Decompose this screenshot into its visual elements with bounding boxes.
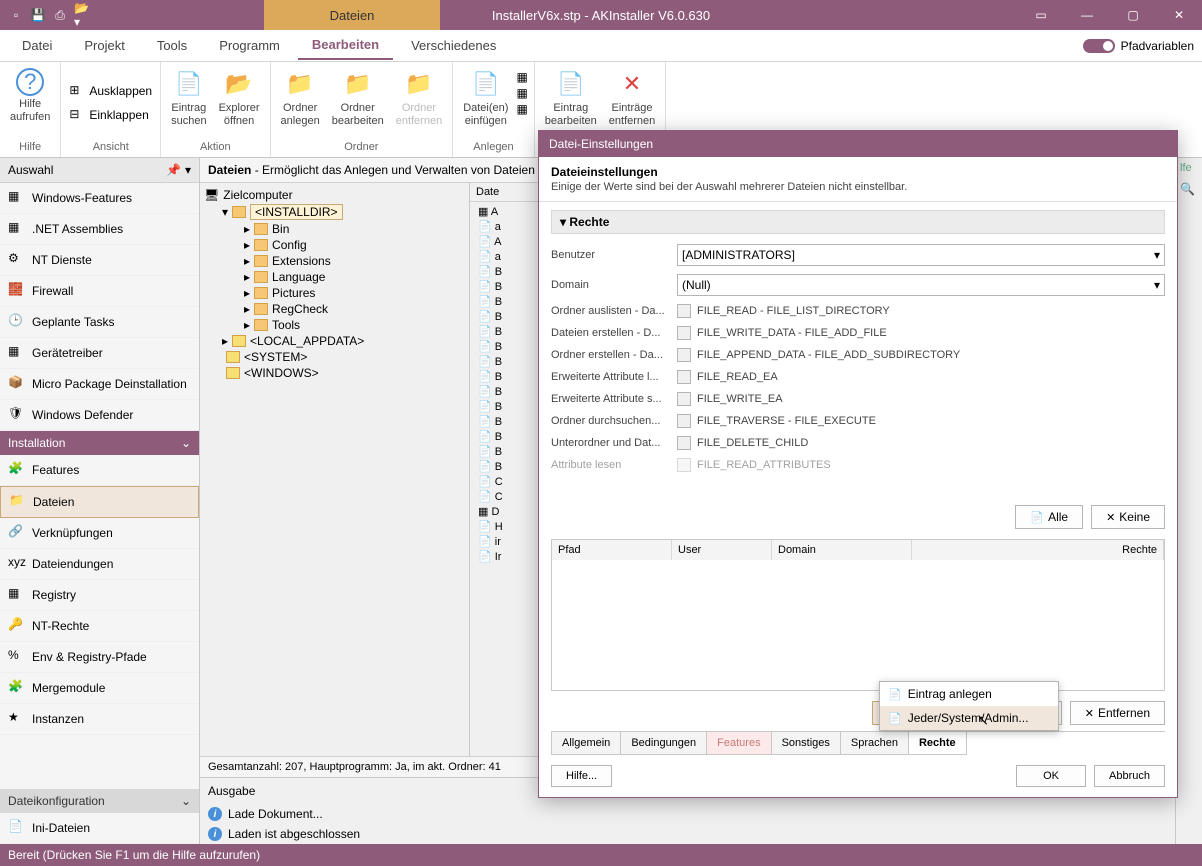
folder-tree[interactable]: 🖥Zielcomputer ▾<INSTALLDIR> ▸Bin ▸Config…: [200, 183, 470, 756]
folder-remove-button: 📁Ordnerentfernen: [392, 66, 446, 130]
menu-bearbeiten[interactable]: Bearbeiten: [298, 31, 393, 60]
nav-nt-dienste[interactable]: ⚙NT Dienste: [0, 245, 199, 276]
close-icon[interactable]: ✕: [1156, 0, 1202, 30]
section-rechte[interactable]: ▾ Rechte: [551, 210, 1165, 234]
nav-dateiendungen[interactable]: xyzDateiendungen: [0, 549, 199, 580]
menu-tools[interactable]: Tools: [143, 32, 201, 59]
search-entry-button[interactable]: 📄Eintragsuchen: [167, 66, 210, 130]
nav-env-paths[interactable]: %Env & Registry-Pfade: [0, 642, 199, 673]
tab-sonstiges[interactable]: Sonstiges: [771, 732, 841, 755]
entry-edit-button[interactable]: 📄Eintragbearbeiten: [541, 66, 601, 130]
nav-mergemodule[interactable]: 🧩Mergemodule: [0, 673, 199, 704]
domain-combo[interactable]: (Null)▾: [677, 274, 1165, 296]
menu-verschiedenes[interactable]: Verschiedenes: [397, 32, 510, 59]
small-icon-1[interactable]: ▦: [516, 70, 527, 84]
nav-windows-features[interactable]: ▦Windows-Features: [0, 183, 199, 214]
nav-verknuepfungen[interactable]: 🔗Verknüpfungen: [0, 518, 199, 549]
tab-sprachen[interactable]: Sprachen: [840, 732, 909, 755]
auswahl-header: Auswahl 📌▾: [0, 158, 199, 183]
menu-datei[interactable]: Datei: [8, 32, 66, 59]
folder-new-button[interactable]: 📁Ordneranlegen: [277, 66, 324, 130]
perm-check-7[interactable]: [677, 458, 691, 472]
entries-remove-button[interactable]: ✕Einträgeentfernen: [605, 66, 659, 130]
nav-net-assemblies[interactable]: ▦.NET Assemblies: [0, 214, 199, 245]
nav-features[interactable]: 🧩Features: [0, 455, 199, 486]
left-panel: Auswahl 📌▾ ▦Windows-Features ▦.NET Assem…: [0, 158, 200, 844]
perm-check-5[interactable]: [677, 414, 691, 428]
keine-button[interactable]: ✕ Keine: [1091, 505, 1165, 529]
titlebar: ▫ 💾 ⎙ 📂▾ Dateien InstallerV6x.stp - AKIn…: [0, 0, 1202, 30]
tab-allgemein[interactable]: Allgemein: [551, 732, 621, 755]
installation-section[interactable]: Installation⌄: [0, 431, 199, 455]
dd-eintrag-anlegen[interactable]: 📄 Eintrag anlegen: [880, 682, 1058, 706]
nav-driver[interactable]: ▦Gerätetreiber: [0, 338, 199, 369]
hilfe-button[interactable]: Hilfe...: [551, 765, 612, 787]
maximize-icon[interactable]: ▢: [1110, 0, 1156, 30]
ribbon-toggle-icon[interactable]: ▭: [1018, 0, 1064, 30]
file-tab[interactable]: Dateien: [264, 0, 440, 30]
perm-check-6[interactable]: [677, 436, 691, 450]
ok-button[interactable]: OK: [1016, 765, 1086, 787]
nav-defender[interactable]: 🛡Windows Defender: [0, 400, 199, 431]
neu-dropdown-menu: 📄 Eintrag anlegen 📄 Jeder/System/Admin..…: [879, 681, 1059, 731]
chevron-icon[interactable]: ▾: [185, 163, 191, 177]
right-strip: lfe 🔍: [1176, 158, 1202, 844]
nav-ini-dateien[interactable]: 📄Ini-Dateien: [0, 813, 199, 844]
menu-programm[interactable]: Programm: [205, 32, 294, 59]
chevron-down-icon: ⌄: [181, 436, 191, 450]
menubar: Datei Projekt Tools Programm Bearbeiten …: [0, 30, 1202, 62]
search-icon[interactable]: 🔍: [1176, 178, 1202, 200]
tab-features[interactable]: Features: [706, 732, 771, 755]
collapse-button[interactable]: ⊟Einklappen: [67, 105, 150, 125]
nav-nt-rechte[interactable]: 🔑NT-Rechte: [0, 611, 199, 642]
toggle-icon[interactable]: [1083, 39, 1115, 53]
perm-check-2[interactable]: [677, 348, 691, 362]
help-button[interactable]: ?Hilfeaufrufen: [6, 66, 54, 126]
abbruch-button[interactable]: Abbruch: [1094, 765, 1165, 787]
file-settings-dialog: Datei-Einstellungen Dateieinstellungen E…: [538, 130, 1178, 798]
nav-instanzen[interactable]: ★Instanzen: [0, 704, 199, 735]
quick-access: ▫ 💾 ⎙ 📂▾: [0, 7, 90, 23]
small-icon-2[interactable]: ▦: [516, 86, 527, 100]
menu-projekt[interactable]: Projekt: [70, 32, 138, 59]
nav-dateien[interactable]: 📁Dateien: [0, 486, 199, 518]
nav-micro-pkg[interactable]: 📦Micro Package Deinstallation: [0, 369, 199, 400]
dd-jeder-system-admin[interactable]: 📄 Jeder/System/Admin...: [880, 706, 1058, 730]
window-title: InstallerV6x.stp - AKInstaller V6.0.630: [492, 8, 710, 23]
nav-registry[interactable]: ▦Registry: [0, 580, 199, 611]
dialog-title: Datei-Einstellungen: [539, 131, 1177, 157]
save-icon[interactable]: 💾: [30, 7, 46, 23]
nav-firewall[interactable]: 🧱Firewall: [0, 276, 199, 307]
dateikonfig-section[interactable]: Dateikonfiguration⌄: [0, 789, 199, 813]
rights-grid[interactable]: Pfad User Domain Rechte: [551, 539, 1165, 691]
perm-check-1[interactable]: [677, 326, 691, 340]
nav-tasks[interactable]: 🕒Geplante Tasks: [0, 307, 199, 338]
dialog-tabs: Allgemein Bedingungen Features Sonstiges…: [551, 731, 1165, 755]
minimize-icon[interactable]: —: [1064, 0, 1110, 30]
benutzer-combo[interactable]: [ADMINISTRATORS]▾: [677, 244, 1165, 266]
file-insert-button[interactable]: 📄Datei(en)einfügen: [459, 66, 512, 130]
new-icon[interactable]: ▫: [8, 7, 24, 23]
open-icon[interactable]: 📂▾: [74, 7, 90, 23]
alle-button[interactable]: 📄 Alle: [1015, 505, 1083, 529]
tab-bedingungen[interactable]: Bedingungen: [620, 732, 707, 755]
pathvar-toggle[interactable]: Pfadvariablen: [1083, 39, 1194, 53]
expand-button[interactable]: ⊞Ausklappen: [67, 81, 154, 101]
folder-edit-button[interactable]: 📁Ordnerbearbeiten: [328, 66, 388, 130]
entfernen-button[interactable]: ✕ Entfernen: [1070, 701, 1165, 725]
open-explorer-button[interactable]: 📂Exploreröffnen: [215, 66, 264, 130]
perm-check-4[interactable]: [677, 392, 691, 406]
small-icon-3[interactable]: ▦: [516, 102, 527, 116]
perm-check-0[interactable]: [677, 304, 691, 318]
tab-rechte[interactable]: Rechte: [908, 732, 967, 755]
perm-check-3[interactable]: [677, 370, 691, 384]
save-all-icon[interactable]: ⎙: [52, 7, 68, 23]
pin-icon[interactable]: 📌: [166, 163, 181, 177]
statusbar: Bereit (Drücken Sie F1 um die Hilfe aufz…: [0, 844, 1202, 866]
